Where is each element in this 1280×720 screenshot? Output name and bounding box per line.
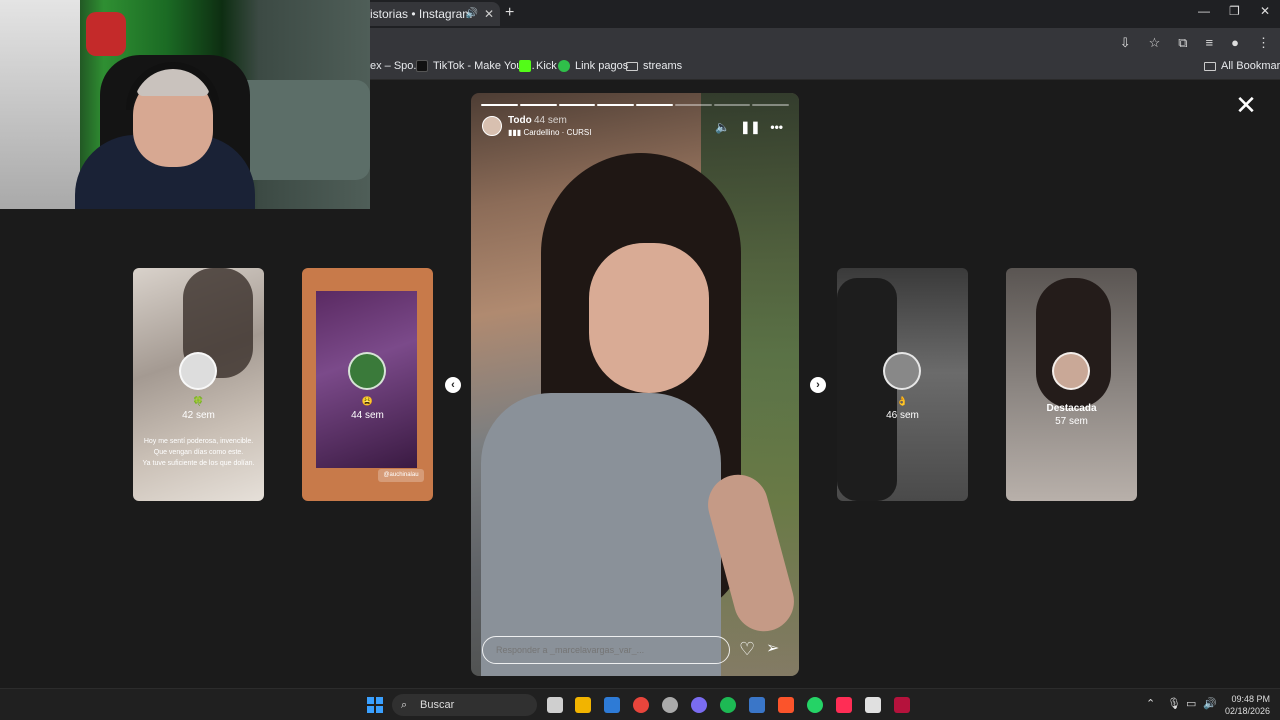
avatar (179, 352, 217, 390)
link-icon (558, 60, 570, 72)
speaker-icon[interactable]: 🔊 (466, 2, 478, 26)
progress-segment (519, 104, 557, 106)
clover-icon: 🍀 (192, 396, 205, 406)
story-card[interactable]: 👌 46 sem (837, 268, 968, 501)
whatsapp-icon[interactable] (807, 697, 823, 713)
kick-icon (519, 60, 531, 72)
more-options-icon[interactable]: ••• (770, 120, 783, 134)
progress-segment (674, 104, 712, 106)
folder-icon (626, 61, 638, 71)
avatar (1052, 352, 1090, 390)
windows-start-icon[interactable] (367, 697, 383, 713)
story-age: 46 sem (886, 410, 919, 421)
story-age: 57 sem (1055, 416, 1088, 427)
music-bars-icon: ▮▮▮ (508, 128, 524, 137)
avatar[interactable] (482, 116, 502, 136)
app-icon[interactable] (894, 697, 910, 713)
heart-icon[interactable]: ♡ (739, 639, 755, 659)
story-age: 44 sem (351, 410, 384, 421)
progress-segment (713, 104, 751, 106)
minimize-button[interactable]: — (1198, 4, 1210, 18)
pause-icon[interactable]: ❚❚ (740, 120, 760, 134)
new-tab-button[interactable]: + (505, 4, 514, 22)
progress-segment (481, 104, 518, 106)
extensions-icon[interactable]: ⧉ (1178, 35, 1187, 51)
restore-button[interactable]: ❐ (1229, 4, 1240, 18)
speaker-icon[interactable]: 🔊 (1203, 697, 1217, 710)
progress-segment (636, 104, 673, 106)
tiktok-icon[interactable] (836, 697, 852, 713)
file-explorer-icon[interactable] (575, 697, 591, 713)
mention-tag: @auchinalau (378, 469, 424, 482)
story-caption: Hoy me sentí poderosa, invencible. Que v… (142, 438, 255, 467)
highlight-label: Destacada (1046, 403, 1097, 414)
story-age: 42 sem (182, 410, 215, 421)
bookmark-item[interactable]: ex – Spo... (370, 60, 423, 72)
kick-icon[interactable] (865, 697, 881, 713)
active-story[interactable]: Todo 44 sem ▮▮▮ Cardellino · CURSI 🔈 ❚❚ … (471, 93, 799, 676)
story-card[interactable]: 🍀 42 sem Hoy me sentí poderosa, invencib… (133, 268, 264, 501)
volume-icon[interactable]: 🔈 (715, 120, 730, 134)
bookmark-item[interactable]: TikTok - Make Your... (416, 60, 535, 72)
story-username[interactable]: Todo (508, 115, 532, 126)
avatar (348, 352, 386, 390)
install-icon[interactable]: ⇩ (1120, 35, 1131, 51)
profile-avatar[interactable]: ● (1231, 35, 1239, 51)
system-clock[interactable]: 09:48 PM 02/18/2026 (1222, 693, 1270, 717)
tiktok-icon (416, 60, 428, 72)
progress-segment (558, 104, 596, 106)
folder-icon (1204, 61, 1216, 71)
music-label[interactable]: ▮▮▮ Cardellino · CURSI (508, 128, 591, 137)
close-tab-icon[interactable]: ✕ (484, 2, 494, 26)
taskbar-search[interactable]: ⌕ Buscar (392, 694, 537, 716)
story-header: Todo 44 sem ▮▮▮ Cardellino · CURSI 🔈 ❚❚ … (481, 115, 789, 141)
bookmark-item[interactable]: Link pagos (558, 60, 628, 72)
taskbar: ⌕ Buscar ⌃ 🎙 ▭ 🔊 09:48 PM 02/18/2026 (0, 688, 1280, 720)
brave-icon[interactable] (778, 697, 794, 713)
microphone-icon[interactable]: 🎙 (1167, 697, 1181, 710)
star-icon[interactable]: ☆ (1149, 35, 1161, 51)
task-view-icon[interactable] (547, 697, 563, 713)
chrome-icon[interactable] (633, 697, 649, 713)
progress-segment (752, 104, 789, 106)
avatar (883, 352, 921, 390)
steam-icon[interactable] (749, 697, 765, 713)
story-time: 44 sem (534, 115, 567, 126)
progress-segment (597, 104, 634, 106)
spotify-icon[interactable] (720, 697, 736, 713)
system-icon[interactable] (662, 697, 678, 713)
close-window-button[interactable]: ✕ (1260, 4, 1270, 18)
emoji-icon: 👌 (896, 396, 909, 406)
send-icon[interactable]: ➢ (766, 639, 779, 659)
story-footer: ♡ ➢ (482, 636, 788, 664)
chevron-up-icon[interactable]: ⌃ (1146, 697, 1155, 710)
bookmark-item[interactable]: streams (626, 60, 682, 72)
network-icon[interactable]: ▭ (1186, 697, 1196, 710)
all-bookmarks[interactable]: All Bookmarks (1204, 60, 1280, 72)
emoji-icon: 😩 (361, 396, 374, 406)
next-story-button[interactable]: › (810, 377, 826, 393)
search-icon: ⌕ (401, 699, 408, 711)
bookmark-item[interactable]: Kick (519, 60, 557, 72)
menu-icon[interactable]: ⋮ (1257, 35, 1270, 51)
webcam-overlay (0, 0, 370, 209)
tab-title: istorias • Instagram (370, 7, 473, 21)
tab-instagram[interactable]: istorias • Instagram 🔊 ✕ (360, 2, 500, 26)
discord-icon[interactable] (691, 697, 707, 713)
media-icon[interactable]: ≡ (1206, 35, 1214, 51)
story-card[interactable]: Destacada 57 sem (1006, 268, 1137, 501)
story-card[interactable]: 😩 44 sem @auchinalau (302, 268, 433, 501)
store-icon[interactable] (604, 697, 620, 713)
previous-story-button[interactable]: ‹ (445, 377, 461, 393)
close-icon[interactable]: ✕ (1234, 92, 1258, 118)
reply-input[interactable] (482, 636, 730, 664)
story-progress-bar (481, 104, 789, 106)
